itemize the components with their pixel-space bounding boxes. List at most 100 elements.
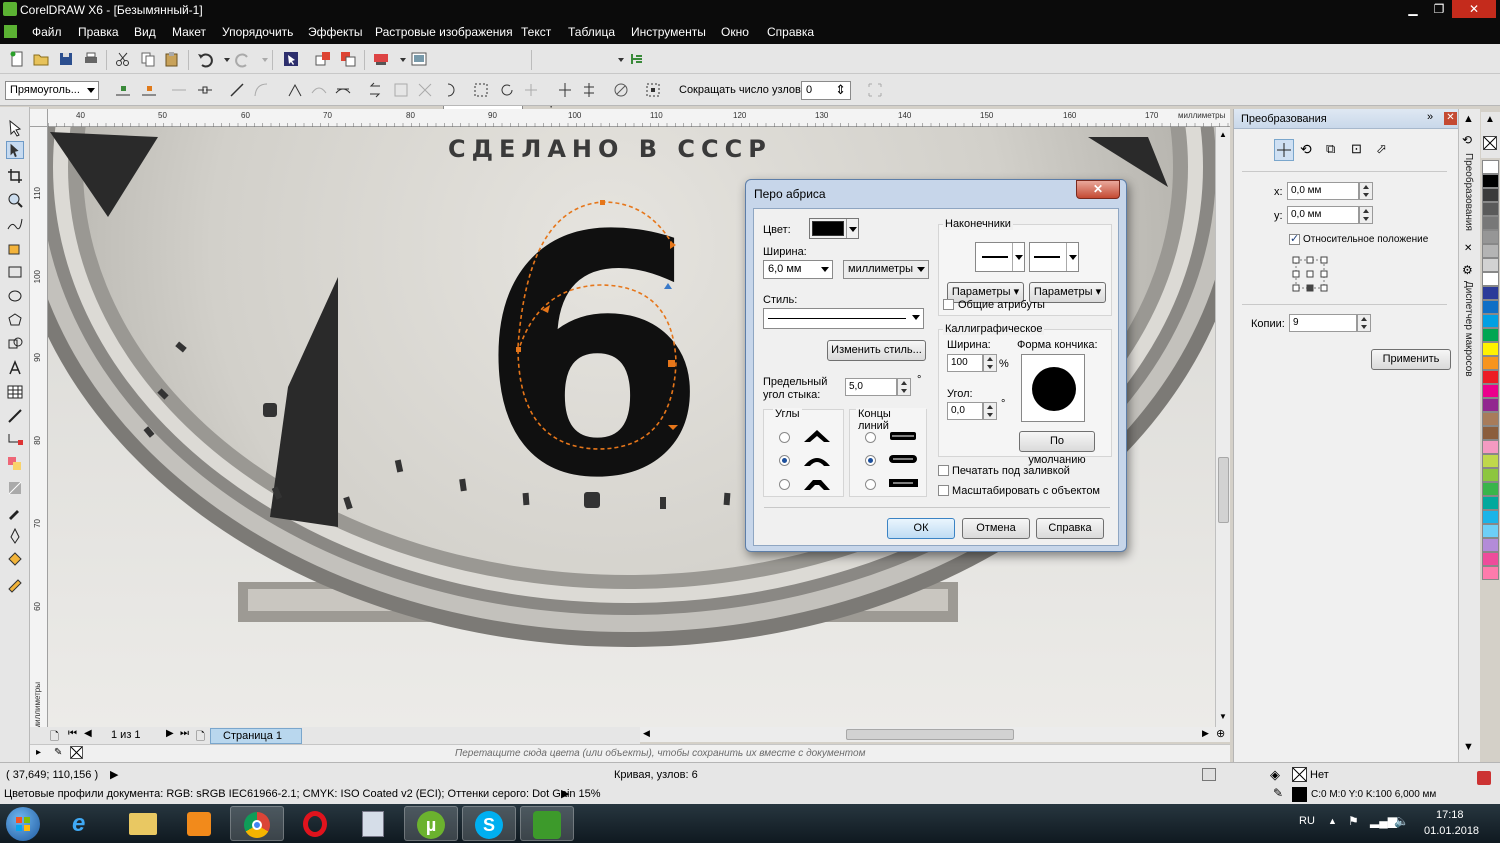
next-page-icon[interactable]: ▶: [166, 728, 174, 739]
scale-mirror-mode-icon[interactable]: ⧉: [1326, 141, 1335, 157]
palette-swatch[interactable]: [1482, 258, 1499, 272]
print-icon[interactable]: [82, 50, 100, 68]
palette-swatch[interactable]: [1482, 482, 1499, 496]
palette-swatch[interactable]: [1482, 398, 1499, 412]
add-node-icon[interactable]: [114, 81, 132, 99]
node-options-icon[interactable]: [866, 81, 884, 99]
first-page-icon[interactable]: ⏮: [68, 728, 77, 739]
dimension-tool-icon[interactable]: [6, 407, 24, 425]
export-icon[interactable]: [339, 50, 357, 68]
end-arrow-select[interactable]: [1029, 242, 1079, 272]
palette-swatch[interactable]: [1482, 440, 1499, 454]
to-line-icon[interactable]: [228, 81, 246, 99]
end-arrow-chevron-icon[interactable]: [1066, 243, 1078, 271]
auto-close-icon[interactable]: [442, 81, 460, 99]
color-profiles-arrow-icon[interactable]: ▶: [561, 787, 569, 800]
scroll-left-icon[interactable]: ◀: [643, 728, 650, 739]
interactive-effects-tool-icon[interactable]: [6, 455, 24, 473]
tray-expand-icon[interactable]: ▲: [1328, 816, 1337, 826]
extract-subpath-icon[interactable]: [416, 81, 434, 99]
docker-close-icon[interactable]: ✕: [1444, 112, 1457, 125]
prev-page-icon[interactable]: ◀: [84, 728, 92, 739]
action-center-flag-icon[interactable]: ⚑: [1348, 814, 1362, 828]
skype-taskbar-icon[interactable]: S: [462, 806, 516, 841]
undo-icon[interactable]: [196, 50, 214, 68]
clock-time[interactable]: 17:18: [1436, 809, 1464, 821]
ok-button[interactable]: ОК: [887, 518, 955, 539]
start-button-icon[interactable]: [6, 807, 40, 841]
save-icon[interactable]: [57, 50, 75, 68]
menu-help[interactable]: Справка: [767, 25, 814, 39]
input-language[interactable]: RU: [1299, 815, 1315, 827]
document-palette-hint-bar[interactable]: ▸ ✎ Перетащите сюда цвета (или объекты),…: [30, 744, 1230, 762]
menu-text[interactable]: Текст: [521, 25, 551, 39]
dial-digit[interactable]: 6: [478, 166, 708, 550]
cancel-button[interactable]: Отмена: [962, 518, 1030, 539]
search-content-icon[interactable]: [282, 50, 300, 68]
behind-fill-checkbox[interactable]: [938, 465, 949, 476]
menu-view[interactable]: Вид: [134, 25, 156, 39]
explorer-taskbar-icon[interactable]: [116, 806, 170, 841]
symmetric-node-icon[interactable]: [334, 81, 352, 99]
cusp-node-icon[interactable]: [286, 81, 304, 99]
color-picker-chevron-icon[interactable]: [846, 219, 858, 238]
stretch-nodes-icon[interactable]: [472, 81, 490, 99]
copies-spinner[interactable]: [1357, 314, 1371, 332]
palette-swatch[interactable]: [1482, 286, 1499, 300]
corner-round-radio[interactable]: [779, 455, 790, 466]
palette-swatch[interactable]: [1482, 342, 1499, 356]
start-arrow-chevron-icon[interactable]: [1012, 243, 1024, 271]
ellipse-tool-icon[interactable]: [6, 287, 24, 305]
palette-swatch[interactable]: [1482, 510, 1499, 524]
palette-swatch[interactable]: [1482, 328, 1499, 342]
to-curve-icon[interactable]: [252, 81, 270, 99]
copy-icon[interactable]: [139, 50, 157, 68]
cap-butt-radio[interactable]: [865, 432, 876, 443]
size-mode-icon[interactable]: ⊡: [1351, 141, 1362, 157]
page-tab[interactable]: Страница 1: [210, 728, 302, 744]
calculator-taskbar-icon[interactable]: [346, 806, 400, 841]
rotate-mode-icon[interactable]: ⟲: [1300, 141, 1312, 158]
pick-tool-icon[interactable]: [6, 119, 24, 137]
shape-type-select[interactable]: Прямоуголь...: [5, 81, 99, 100]
y-spinner[interactable]: [1359, 206, 1373, 224]
palette-swatch[interactable]: [1482, 314, 1499, 328]
scroll-up-icon[interactable]: ▲: [1219, 130, 1227, 139]
select-all-nodes-icon[interactable]: [644, 81, 662, 99]
palette-swatch[interactable]: [1482, 216, 1499, 230]
horizontal-scroll-thumb[interactable]: [846, 729, 1014, 740]
corner-bevel-radio[interactable]: [779, 479, 790, 490]
paste-icon[interactable]: [163, 50, 181, 68]
skew-mode-icon[interactable]: ⬀: [1376, 141, 1387, 157]
extend-curve-icon[interactable]: [392, 81, 410, 99]
color-picker[interactable]: [809, 218, 859, 239]
chrome-taskbar-icon[interactable]: [230, 806, 284, 841]
tab-close-icon[interactable]: ✕: [1464, 243, 1472, 254]
mirror-h-icon[interactable]: [556, 81, 574, 99]
anchor-grid[interactable]: [1292, 256, 1328, 292]
scroll-down-icon[interactable]: ▼: [1219, 712, 1227, 721]
palette-swatch[interactable]: [1482, 454, 1499, 468]
nib-shape-preview[interactable]: [1021, 354, 1085, 422]
palette-swatch[interactable]: [1482, 230, 1499, 244]
mirror-v-icon[interactable]: [580, 81, 598, 99]
last-page-icon[interactable]: ⏭: [180, 728, 189, 739]
align-nodes-icon[interactable]: [522, 81, 540, 99]
transform-tab-icon[interactable]: ⟲: [1462, 133, 1472, 147]
copies-input[interactable]: 9: [1289, 314, 1357, 332]
break-curve-icon[interactable]: [196, 81, 214, 99]
maximize-button[interactable]: ❐: [1424, 0, 1454, 18]
text-tool-icon[interactable]: [6, 359, 24, 377]
coords-arrow-icon[interactable]: ▶: [110, 768, 118, 781]
palette-swatch[interactable]: [1482, 524, 1499, 538]
join-nodes-icon[interactable]: [170, 81, 188, 99]
x-position-input[interactable]: 0,0 мм: [1287, 182, 1359, 200]
palette-swatch[interactable]: [1482, 300, 1499, 314]
freehand-tool-icon[interactable]: [6, 215, 24, 233]
palette-swatch[interactable]: [1482, 174, 1499, 188]
palette-swatch[interactable]: [1482, 188, 1499, 202]
line-style-select[interactable]: [763, 308, 924, 329]
nib-angle-spinner[interactable]: [983, 402, 997, 420]
view-mode-icon[interactable]: [1202, 768, 1216, 781]
shared-attributes-checkbox[interactable]: [943, 299, 954, 310]
